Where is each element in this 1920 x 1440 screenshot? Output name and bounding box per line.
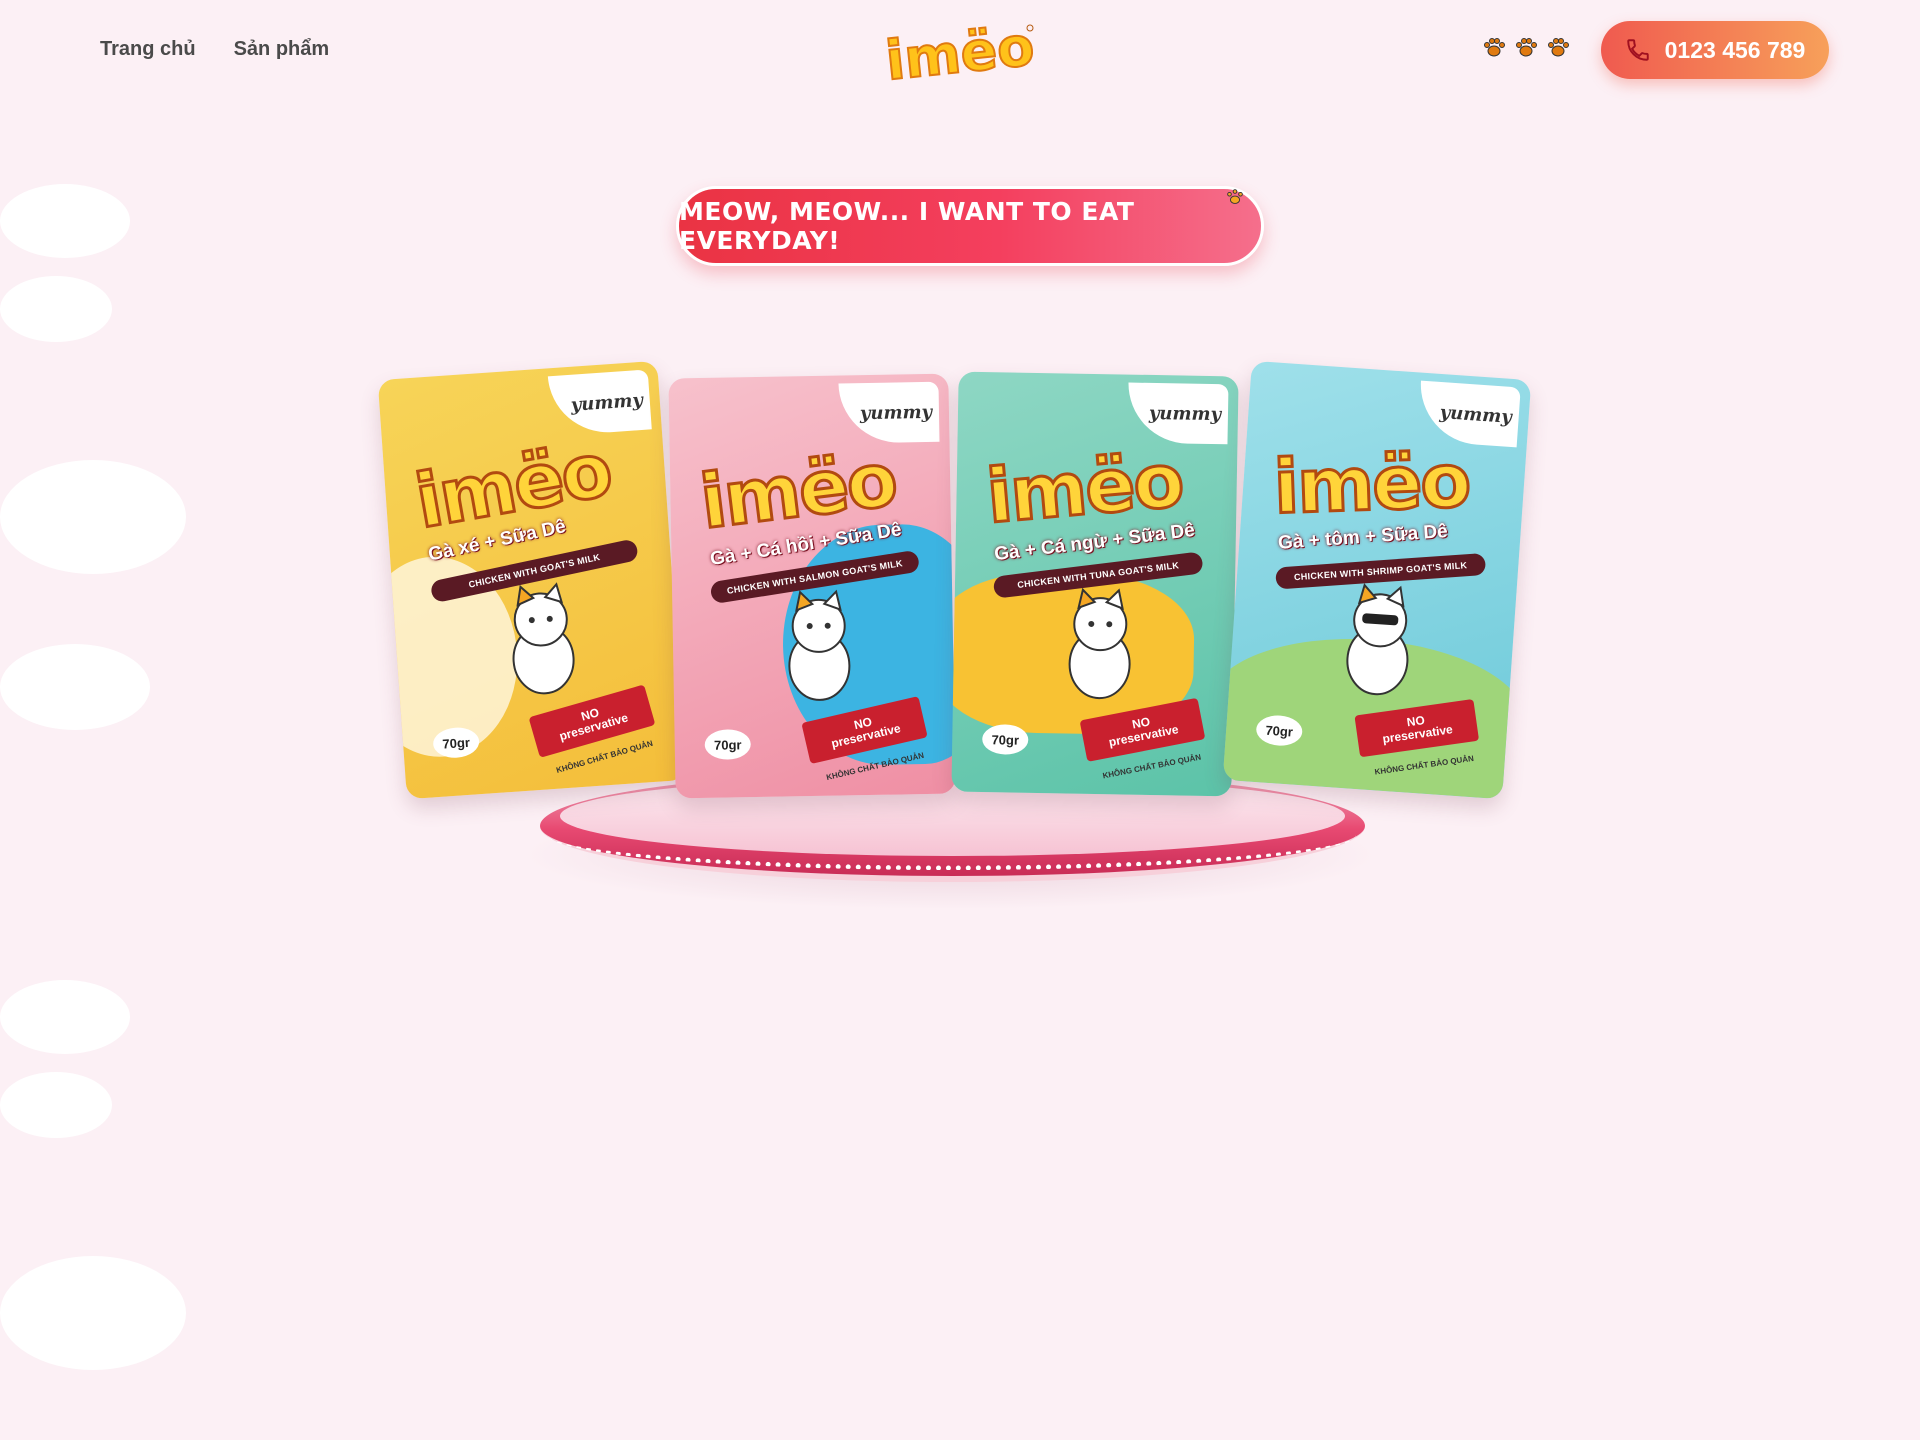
phone-call-button[interactable]: 0123 456 789 [1601, 21, 1829, 79]
decor-blob [0, 460, 186, 574]
site-header: Trang chủ Sản phẩm imëo 0123 456 789 [0, 0, 1920, 100]
paw-decoration [1482, 36, 1570, 60]
product-pouch[interactable]: yummy imëo Gà + Cá ngừ + Sữa Dê CHICKEN … [951, 371, 1239, 797]
imeo-logo[interactable]: imëo [880, 14, 1040, 90]
product-pouch[interactable]: yummy imëo Gà xé + Sữa Dê CHICKEN WITH G… [377, 360, 687, 800]
paw-icon [1484, 38, 1505, 57]
nav-home-link[interactable]: Trang chủ [100, 38, 196, 61]
decor-blob [0, 980, 130, 1054]
decor-blob [0, 276, 112, 342]
pouch-weight: 70gr [982, 724, 1029, 755]
ribbon-subtitle: KHÔNG CHẤT BẢO QUẢN [1101, 752, 1202, 781]
product-pouch[interactable]: yummy imëo Gà + Cá hồi + Sữa Dê CHICKEN … [668, 373, 956, 799]
pouch-weight: 70gr [704, 729, 752, 760]
svg-text:imëo: imëo [883, 14, 1037, 90]
paw-icon [1227, 189, 1243, 204]
cat-mascot-icon [1346, 583, 1409, 696]
paw-icon [1516, 38, 1537, 57]
cat-mascot-icon [788, 589, 851, 701]
decor-blob [0, 644, 150, 730]
decor-blob [0, 1072, 112, 1138]
pouch-brand: imëo [1271, 436, 1472, 532]
decor-blob [0, 1256, 186, 1370]
phone-icon [1626, 39, 1649, 61]
nav-products-link[interactable]: Sản phẩm [234, 38, 330, 61]
decor-blob [0, 184, 130, 258]
product-pouch[interactable]: yummy imëo Gà + tôm + Sữa Dê CHICKEN WIT… [1222, 360, 1532, 800]
stage-lights [548, 800, 1356, 870]
yummy-badge: yummy [1416, 380, 1521, 448]
ribbon-line2: preservative [1381, 722, 1454, 746]
phone-number: 0123 456 789 [1664, 36, 1806, 63]
yummy-badge: yummy [838, 381, 940, 444]
hero-slogan: MEOW, MEOW... I WANT TO EAT EVERYDAY! [676, 186, 1264, 266]
yummy-badge: yummy [1127, 382, 1229, 445]
cat-mascot-icon [512, 582, 575, 695]
paw-icon [1548, 38, 1569, 57]
cat-mascot-icon [1068, 587, 1131, 700]
main-nav: Trang chủ Sản phẩm [100, 38, 329, 61]
